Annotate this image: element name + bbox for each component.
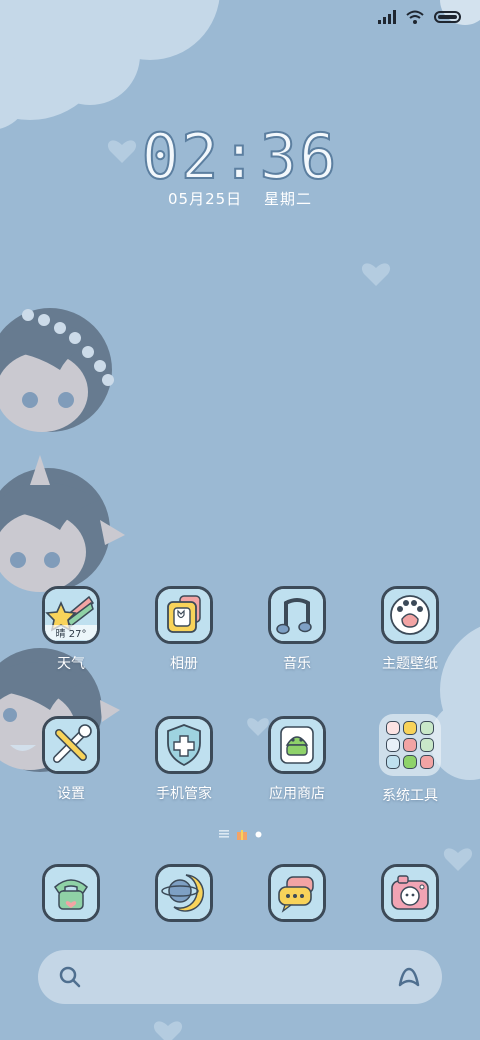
app-label: 音乐 <box>283 656 311 672</box>
page-indicator[interactable] <box>0 828 480 840</box>
date-text: 05月25日 <box>168 190 243 208</box>
app-appstore[interactable]: 应用商店 <box>247 716 347 803</box>
app-music[interactable]: 音乐 <box>247 586 347 673</box>
phone-tile <box>42 864 100 922</box>
telephone-icon <box>45 867 97 919</box>
wrench-screwdriver-icon <box>45 719 97 771</box>
camera-tile <box>381 864 439 922</box>
weather-tile: 晴 27° <box>42 586 100 644</box>
shield-icon <box>158 719 210 771</box>
folder-app-icon <box>420 738 434 752</box>
search-icon[interactable] <box>58 965 82 989</box>
wifi-icon <box>406 10 424 24</box>
weather-summary: 晴 27° <box>45 625 97 640</box>
folder-app-icon <box>403 721 417 735</box>
security-tile <box>155 716 213 774</box>
camera-icon <box>384 867 436 919</box>
app-themes[interactable]: 主题壁纸 <box>360 586 460 673</box>
messages-tile <box>268 864 326 922</box>
folder-app-icon <box>386 755 400 769</box>
planet-icon <box>158 867 210 919</box>
themes-tile <box>381 586 439 644</box>
battery-icon <box>434 11 461 23</box>
music-note-icon <box>271 589 323 641</box>
app-label: 相册 <box>170 656 198 672</box>
clock-date[interactable]: 05月25日 星期二 <box>0 188 480 209</box>
status-bar <box>378 10 462 24</box>
gift-icon <box>236 830 247 840</box>
chat-bubble-icon <box>271 867 323 919</box>
folder-app-icon <box>386 721 400 735</box>
folder-app-icon <box>386 738 400 752</box>
weekday-text: 星期二 <box>263 190 312 208</box>
folder-icon <box>379 714 441 776</box>
app-label: 应用商店 <box>269 786 325 802</box>
browser-tile <box>155 864 213 922</box>
photo-frame-icon <box>158 589 210 641</box>
dock-camera[interactable] <box>360 864 460 922</box>
signal-icon <box>378 10 396 24</box>
appstore-tile <box>268 716 326 774</box>
page-dot-active <box>255 831 261 837</box>
app-label: 系统工具 <box>382 788 438 804</box>
paw-icon <box>384 589 436 641</box>
dock-phone[interactable] <box>21 864 121 922</box>
folder-app-icon <box>403 755 417 769</box>
app-gallery[interactable]: 相册 <box>134 586 234 673</box>
app-security[interactable]: 手机管家 <box>134 716 234 803</box>
app-label: 天气 <box>57 656 85 672</box>
folder-app-icon <box>403 738 417 752</box>
page-list-icon <box>218 830 229 838</box>
settings-tile <box>42 716 100 774</box>
app-label: 手机管家 <box>156 786 212 802</box>
app-label: 设置 <box>57 786 85 802</box>
gallery-tile <box>155 586 213 644</box>
music-tile <box>268 586 326 644</box>
app-settings[interactable]: 设置 <box>21 716 121 803</box>
clock-time[interactable]: 02:36 <box>0 119 480 194</box>
dock-messages[interactable] <box>247 864 347 922</box>
app-tools-folder[interactable]: 系统工具 <box>360 714 460 805</box>
folder-app-icon <box>420 721 434 735</box>
assistant-icon[interactable] <box>396 965 422 989</box>
folder-app-icon <box>420 755 434 769</box>
app-weather[interactable]: 晴 27° 天气 <box>21 586 121 673</box>
app-label: 主题壁纸 <box>382 656 438 672</box>
android-icon <box>271 719 323 771</box>
search-bar[interactable] <box>38 950 442 1004</box>
dock-browser[interactable] <box>134 864 234 922</box>
